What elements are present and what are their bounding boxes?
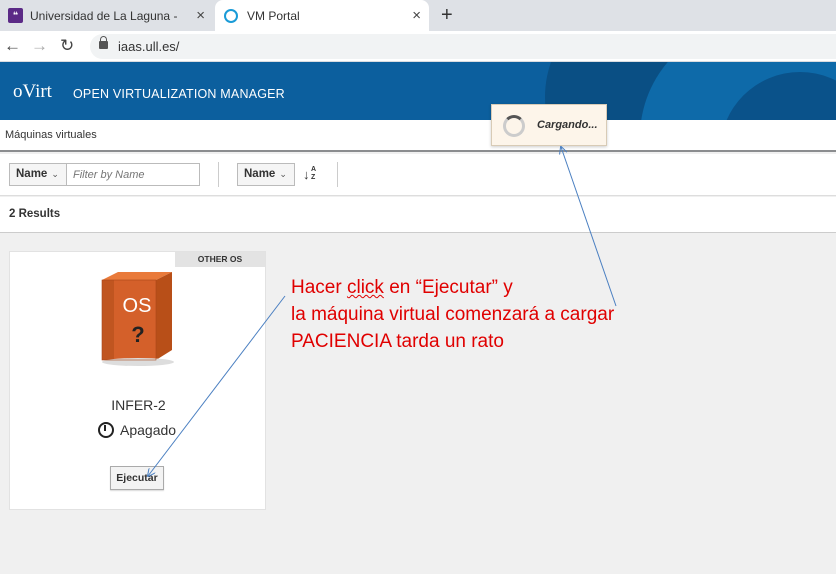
vm-status: Apagado: [98, 422, 176, 438]
close-tab-icon[interactable]: ×: [196, 8, 205, 23]
app-title: OPEN VIRTUALIZATION MANAGER: [73, 87, 285, 101]
browser-tab-ull[interactable]: ❝ Universidad de La Laguna - Conte ×: [0, 0, 213, 31]
os-type-badge: OTHER OS: [175, 252, 265, 267]
vm-card[interactable]: OTHER OS OS ? INFER-2 Apagado Ejecutar: [9, 251, 266, 510]
url-text: iaas.ull.es/: [118, 39, 180, 54]
annotation-text: Hacer: [291, 277, 347, 298]
filter-field-dropdown[interactable]: Name ⌄: [9, 163, 67, 186]
filter-toolbar: Name⌄ Name⌄ ↓AZ: [0, 154, 836, 196]
results-count: 2 Results: [9, 208, 61, 220]
vm-name[interactable]: INFER-2: [10, 397, 267, 413]
annotation-line-2: la máquina virtual comenzará a cargar: [291, 304, 615, 325]
os-box-icon: OS ?: [101, 272, 174, 366]
browser-tab-vm-portal[interactable]: VM Portal ×: [215, 0, 429, 31]
browser-tab-bar: ❝ Universidad de La Laguna - Conte × VM …: [0, 0, 836, 31]
lock-icon: [99, 36, 108, 49]
url-field[interactable]: iaas.ull.es/: [90, 34, 836, 59]
breadcrumb: Máquinas virtuales: [5, 129, 97, 141]
app-header: oVirt OPEN VIRTUALIZATION MANAGER: [0, 62, 836, 120]
tab-title: VM Portal: [247, 8, 300, 23]
power-off-icon: [98, 422, 114, 438]
os-box-question: ?: [131, 322, 144, 347]
annotation-text: click: [346, 277, 384, 298]
back-arrow-icon[interactable]: ←: [4, 36, 21, 56]
new-tab-icon[interactable]: +: [441, 4, 453, 27]
filter-field-label: Name: [16, 168, 48, 180]
divider: [218, 162, 219, 187]
tab-title: Universidad de La Laguna - Conte: [30, 8, 180, 23]
sort-icon-z: Z: [311, 174, 316, 181]
breadcrumb-bar: Máquinas virtuales: [0, 120, 836, 152]
sort-field-dropdown[interactable]: Name ⌄: [237, 163, 295, 186]
chevron-down-icon: ⌄: [51, 169, 59, 179]
os-box-label: OS: [123, 295, 152, 317]
address-bar: ← → ↻ iaas.ull.es/: [0, 31, 836, 62]
sort-alpha-icon[interactable]: ↓ A Z: [303, 166, 316, 182]
ovirt-favicon-icon: [224, 8, 238, 23]
close-tab-icon[interactable]: ×: [412, 8, 421, 23]
annotation-text: en “Ejecutar” y: [383, 277, 513, 298]
chevron-down-icon: ⌄: [279, 169, 287, 179]
divider: [337, 162, 338, 187]
annotation-line-1: Hacer click en “Ejecutar” y: [291, 274, 513, 301]
loading-indicator: Cargando...: [491, 104, 607, 146]
run-button[interactable]: Ejecutar: [110, 466, 164, 490]
forward-arrow-icon[interactable]: →: [31, 36, 48, 56]
annotation-line-3: PACIENCIA tarda un rato: [291, 331, 504, 352]
results-bar: 2 Results: [0, 197, 836, 233]
reload-icon[interactable]: ↻: [60, 36, 74, 56]
filter-input[interactable]: [66, 163, 200, 186]
sort-field-label: Name: [244, 168, 276, 180]
ovirt-logo[interactable]: oVirt: [13, 81, 52, 103]
sort-icon-a: A: [311, 166, 317, 173]
vm-status-label: Apagado: [120, 422, 177, 438]
spinner-icon: [503, 115, 525, 137]
loading-text: Cargando...: [537, 119, 598, 131]
ull-favicon-icon: ❝: [8, 8, 23, 23]
